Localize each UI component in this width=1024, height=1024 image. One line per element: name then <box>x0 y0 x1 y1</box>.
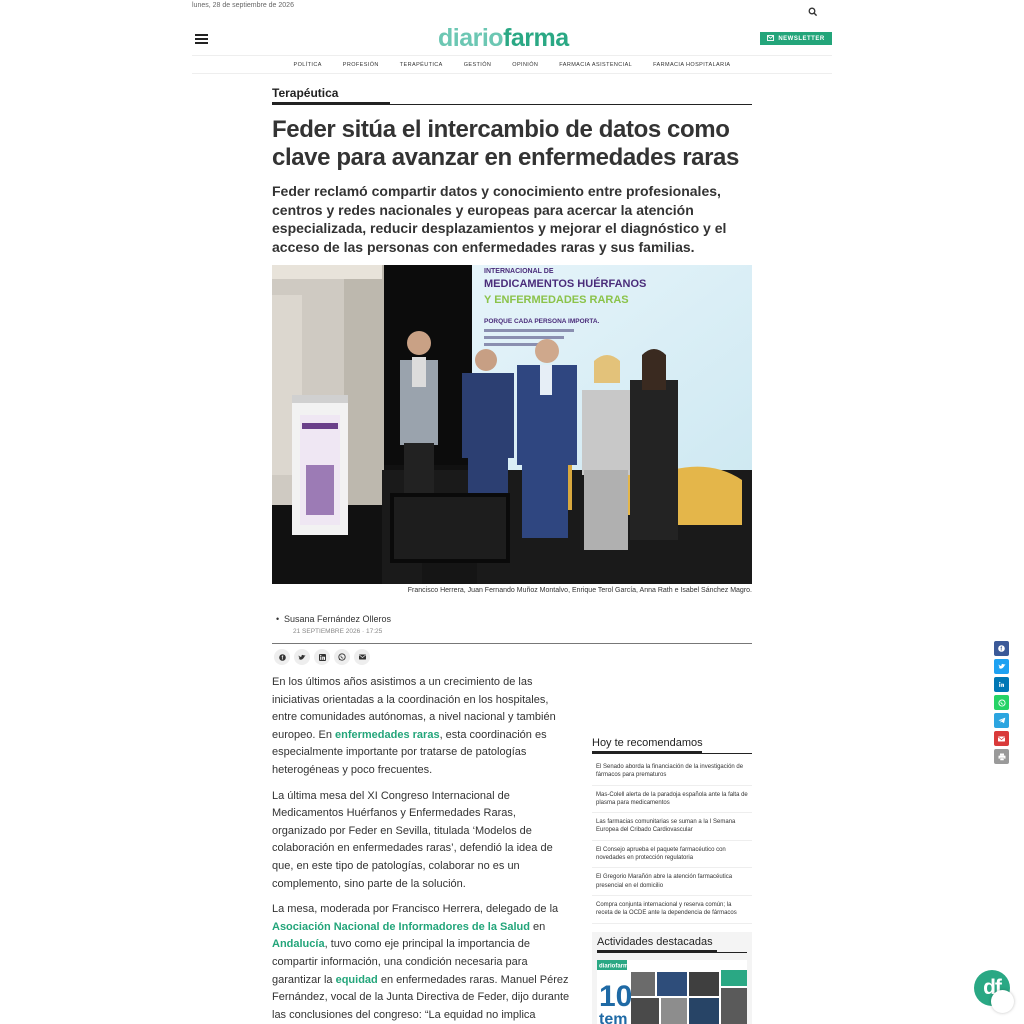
activities-banner[interactable]: diariofarma 10 tem <box>597 960 747 1024</box>
meta-divider <box>272 643 752 644</box>
activities-title: Actividades destacadas <box>597 936 713 948</box>
screen-line-2: MEDICAMENTOS HUÉRFANOS <box>484 277 646 290</box>
share-whatsapp-icon[interactable] <box>334 649 350 665</box>
nav-item-profesion[interactable]: PROFESIÓN <box>343 62 379 68</box>
link-anis[interactable]: Asociación Nacional de Informadores de l… <box>272 921 530 933</box>
current-date: lunes, 28 de septiembre de 2026 <box>192 2 294 9</box>
featured-activities: Actividades destacadas diariofarma 10 te… <box>592 932 752 1024</box>
nav-item-farmacia-asistencial[interactable]: FARMACIA ASISTENCIAL <box>559 62 632 68</box>
badge-close-button[interactable] <box>991 990 1014 1013</box>
share-linkedin-icon[interactable] <box>314 649 330 665</box>
share-facebook-icon[interactable]: f <box>274 649 290 665</box>
search-icon[interactable] <box>808 4 818 17</box>
share-twitter-icon[interactable] <box>294 649 310 665</box>
logo-part-diario: diario <box>438 24 504 52</box>
float-facebook-icon[interactable]: f <box>994 641 1009 656</box>
float-email-icon[interactable] <box>994 731 1009 746</box>
screen-line-3: Y ENFERMEDADES RARAS <box>484 294 629 306</box>
paragraph-1: En los últimos años asistimos a un creci… <box>272 676 556 776</box>
main-nav: POLÍTICA PROFESIÓN TERAPÉUTICA GESTIÓN O… <box>192 55 832 74</box>
paragraph-3: La mesa, moderada por Francisco Herrera,… <box>272 903 570 1021</box>
recommended-underline <box>592 751 702 754</box>
nav-item-farmacia-hospitalaria[interactable]: FARMACIA HOSPITALARIA <box>653 62 730 68</box>
screen-line-4: PORQUE CADA PERSONA IMPORTA. <box>484 318 600 325</box>
site-header: diariofarma NEWSLETTER <box>192 22 832 58</box>
screen-line-1: INTERNACIONAL DE <box>484 268 554 275</box>
float-whatsapp-icon[interactable] <box>994 695 1009 710</box>
paragraph-2: La última mesa del XI Congreso Internaci… <box>272 789 553 890</box>
share-email-icon[interactable] <box>354 649 370 665</box>
float-linkedin-icon[interactable] <box>994 677 1009 692</box>
link-andalucia[interactable]: Andalucía <box>272 938 325 950</box>
article-photo: INTERNACIONAL DE MEDICAMENTOS HUÉRFANOS … <box>272 265 752 584</box>
float-print-icon[interactable] <box>994 749 1009 764</box>
article-title: Feder sitúa el intercambio de datos como… <box>272 116 739 171</box>
nav-item-terapeutica[interactable]: TERAPÉUTICA <box>400 62 443 68</box>
section-underline <box>272 102 390 105</box>
recommended-list: El Senado aborda la financiación de la i… <box>592 758 752 924</box>
newsletter-label: NEWSLETTER <box>778 35 825 42</box>
recommended-item[interactable]: El Gregorio Marañón abre la atención far… <box>592 868 752 896</box>
activities-underline <box>597 950 717 953</box>
article-date: 21 SEPTIEMBRE 2026 · 17:25 <box>293 628 383 635</box>
logo-part-farma: farma <box>503 24 569 52</box>
activities-big-number: 10 <box>599 980 632 1013</box>
nav-item-opinion[interactable]: OPINIÓN <box>512 62 538 68</box>
link-equidad[interactable]: equidad <box>336 974 378 986</box>
recommended-item[interactable]: Las farmacias comunitarias se suman a la… <box>592 813 752 841</box>
mail-icon <box>767 34 775 43</box>
float-telegram-icon[interactable] <box>994 713 1009 728</box>
share-row: f <box>274 649 370 665</box>
recommended-item[interactable]: Mas-Colell alerta de la paradoja español… <box>592 786 752 814</box>
activities-big-text: tem <box>599 1011 627 1024</box>
float-twitter-icon[interactable] <box>994 659 1009 674</box>
site-logo[interactable]: diariofarma <box>438 24 569 53</box>
newsletter-button[interactable]: NEWSLETTER <box>760 32 832 45</box>
article-author[interactable]: Susana Fernández Olleros <box>276 614 391 624</box>
activities-logo: diariofarma <box>599 964 632 970</box>
floating-share-bar: f <box>994 641 1009 764</box>
menu-icon[interactable] <box>195 34 208 44</box>
recommended-item[interactable]: Compra conjunta internacional y reserva … <box>592 896 752 924</box>
nav-item-politica[interactable]: POLÍTICA <box>294 62 322 68</box>
recommended-title: Hoy te recomendamos <box>592 737 703 749</box>
recommended-item[interactable]: El Senado aborda la financiación de la i… <box>592 758 752 786</box>
recommended-item[interactable]: El Consejo aprueba el paquete farmacéuti… <box>592 841 752 869</box>
top-bar: lunes, 28 de septiembre de 2026 <box>192 0 832 18</box>
link-enfermedades-raras[interactable]: enfermedades raras <box>335 729 440 741</box>
article-body: En los últimos años asistimos a un creci… <box>272 674 572 1024</box>
photo-caption: Francisco Herrera, Juan Fernando Muñoz M… <box>407 587 752 594</box>
section-label[interactable]: Terapéutica <box>272 86 338 100</box>
article-subtitle: Feder reclamó compartir datos y conocimi… <box>272 183 727 255</box>
nav-item-gestion[interactable]: GESTIÓN <box>464 62 492 68</box>
